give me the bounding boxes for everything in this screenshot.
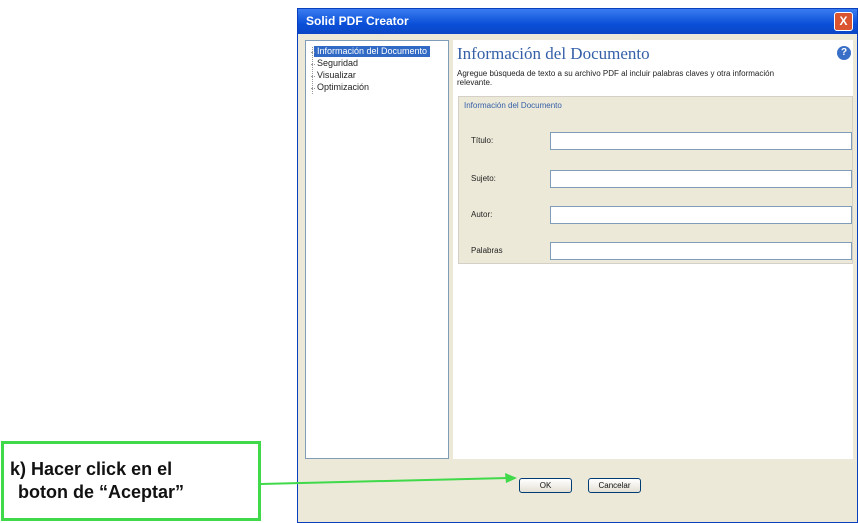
annotation-callout: k) Hacer click en el boton de “Aceptar” — [1, 441, 261, 521]
arrow-line — [260, 477, 509, 485]
arrow-head — [505, 473, 517, 483]
callout-text-line1: k) Hacer click en el — [10, 459, 173, 479]
callout-text-line2: boton de “Aceptar” — [18, 482, 185, 502]
